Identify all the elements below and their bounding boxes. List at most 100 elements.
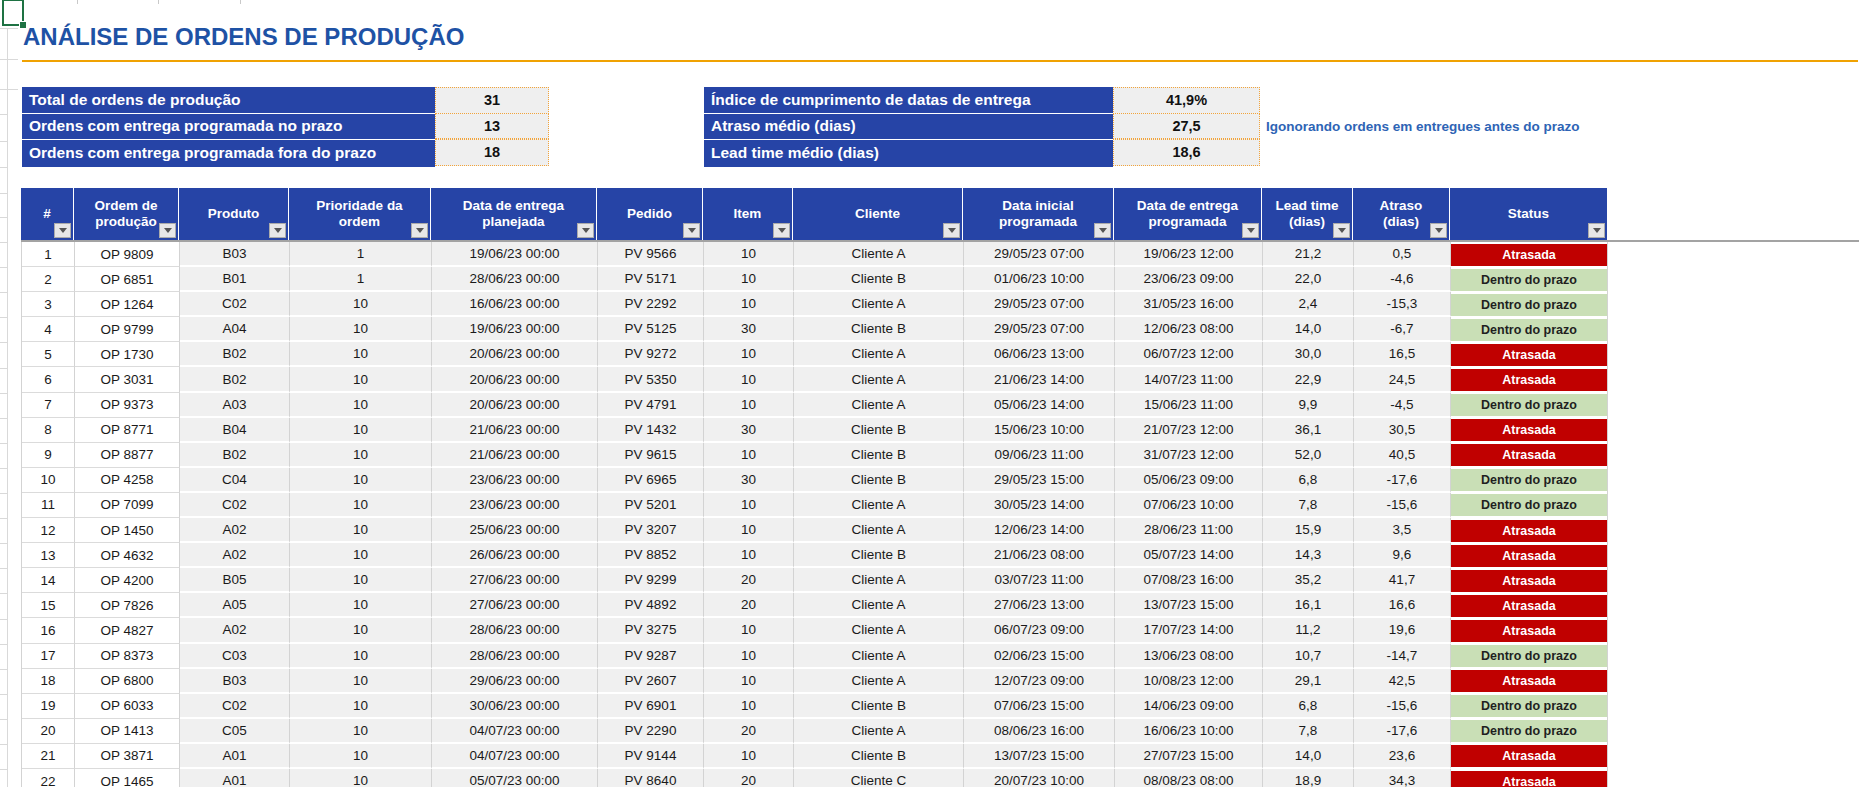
cell: 24,5: [1354, 367, 1451, 392]
cell: Atrasada: [1451, 367, 1608, 392]
kpi-row: Ordens com entrega programada no prazo13: [22, 114, 549, 141]
cell: 04/07/23 00:00: [432, 719, 598, 744]
cell: PV 5201: [598, 493, 704, 518]
cell: Atrasada: [1451, 443, 1608, 468]
kpi-row: Ordens com entrega programada fora do pr…: [22, 140, 549, 167]
cell: PV 2607: [598, 669, 704, 694]
cell: 42,5: [1354, 669, 1451, 694]
kpi-block-right: Índice de cumprimento de datas de entreg…: [704, 87, 1260, 167]
table-row: 8OP 8771B041021/06/23 00:00PV 143230Clie…: [22, 418, 1608, 443]
cell: -4,6: [1354, 267, 1451, 292]
table-row: 7OP 9373A031020/06/23 00:00PV 479110Clie…: [22, 393, 1608, 418]
header-label: Ordem de produção: [81, 198, 171, 231]
cell: 09/06/23 11:00: [964, 443, 1115, 468]
cell: 29/05/23 15:00: [964, 468, 1115, 493]
status-badge: Atrasada: [1451, 344, 1607, 366]
header-cell: Produto: [179, 188, 289, 240]
cell: 18,9: [1263, 769, 1354, 787]
filter-dropdown-button[interactable]: [773, 223, 790, 238]
cell: PV 5125: [598, 317, 704, 342]
filter-dropdown-button[interactable]: [54, 223, 71, 238]
cell: 20/06/23 00:00: [432, 393, 598, 418]
selected-cell-outline[interactable]: [2, 0, 24, 26]
kpi-value: 41,9%: [1113, 87, 1260, 114]
gridline: [0, 644, 7, 645]
cell: 4: [22, 317, 75, 342]
table-row: 20OP 1413C051004/07/23 00:00PV 229020Cli…: [22, 719, 1608, 744]
cell: OP 6033: [75, 694, 180, 719]
filter-dropdown-button[interactable]: [1094, 223, 1111, 238]
cell: 23/06/23 00:00: [432, 493, 598, 518]
kpi-label: Índice de cumprimento de datas de entreg…: [704, 87, 1113, 114]
filter-dropdown-button[interactable]: [1430, 223, 1447, 238]
cell: 7,8: [1263, 493, 1354, 518]
cell: 10: [290, 719, 432, 744]
cell: -15,6: [1354, 493, 1451, 518]
cell: 2,4: [1263, 292, 1354, 317]
header-cell: Atraso (dias): [1353, 188, 1450, 240]
cell: B05: [180, 568, 290, 593]
cell: 10: [704, 543, 794, 568]
cell: 10: [290, 593, 432, 618]
status-badge: Atrasada: [1451, 620, 1607, 642]
table-row: 6OP 3031B021020/06/23 00:00PV 535010Clie…: [22, 367, 1608, 392]
header-label: Data de entrega programada: [1125, 198, 1250, 231]
status-badge: Dentro do prazo: [1451, 695, 1607, 717]
cell: 22: [22, 769, 75, 787]
table-row: 9OP 8877B021021/06/23 00:00PV 961510Clie…: [22, 443, 1608, 468]
table-row: 22OP 1465A011005/07/23 00:00PV 864020Cli…: [22, 769, 1608, 787]
cell: 10: [704, 493, 794, 518]
cell: 23/06/23 09:00: [1115, 267, 1263, 292]
cell: 20/06/23 00:00: [432, 342, 598, 367]
cell: B02: [180, 367, 290, 392]
filter-dropdown-button[interactable]: [943, 223, 960, 238]
cell: 10: [704, 744, 794, 769]
cell: Atrasada: [1451, 518, 1608, 543]
cell: 6,8: [1263, 694, 1354, 719]
cell: 27/07/23 15:00: [1115, 744, 1263, 769]
cell: 12/06/23 14:00: [964, 518, 1115, 543]
filter-dropdown-button[interactable]: [1333, 223, 1350, 238]
filter-dropdown-button[interactable]: [1588, 223, 1605, 238]
kpi-label: Total de ordens de produção: [22, 87, 435, 114]
cell: -14,7: [1354, 644, 1451, 669]
cell: PV 9566: [598, 242, 704, 267]
table-row: 5OP 1730B021020/06/23 00:00PV 927210Clie…: [22, 342, 1608, 367]
filter-dropdown-button[interactable]: [269, 223, 286, 238]
cell: -15,6: [1354, 694, 1451, 719]
cell: OP 1264: [75, 292, 180, 317]
cell: OP 7826: [75, 593, 180, 618]
cell: 12/06/23 08:00: [1115, 317, 1263, 342]
cell: 30,0: [1263, 342, 1354, 367]
cell: 15/06/23 11:00: [1115, 393, 1263, 418]
cell: 27/06/23 00:00: [432, 593, 598, 618]
cell: 28/06/23 00:00: [432, 644, 598, 669]
filter-dropdown-button[interactable]: [577, 223, 594, 238]
table-row: 15OP 7826A051027/06/23 00:00PV 489220Cli…: [22, 593, 1608, 618]
cell: OP 8771: [75, 418, 180, 443]
table-row: 18OP 6800B031029/06/23 00:00PV 260710Cli…: [22, 669, 1608, 694]
header-label: Prioridade da ordem: [307, 198, 412, 231]
cell: OP 1465: [75, 769, 180, 787]
cell: Dentro do prazo: [1451, 393, 1608, 418]
filter-dropdown-button[interactable]: [1242, 223, 1259, 238]
cell: Dentro do prazo: [1451, 694, 1608, 719]
kpi-value: 18,6: [1113, 139, 1260, 166]
filter-dropdown-button[interactable]: [411, 223, 428, 238]
cell: 29/05/23 07:00: [964, 292, 1115, 317]
cell: 1: [290, 242, 432, 267]
status-badge: Dentro do prazo: [1451, 319, 1607, 341]
cell: A03: [180, 393, 290, 418]
gridline: [0, 443, 7, 444]
cell: 6: [22, 367, 75, 392]
cell: 10: [290, 342, 432, 367]
cell: PV 9144: [598, 744, 704, 769]
header-label: Pedido: [627, 206, 672, 223]
filter-dropdown-button[interactable]: [683, 223, 700, 238]
cell: 52,0: [1263, 443, 1354, 468]
filter-dropdown-button[interactable]: [159, 223, 176, 238]
cell: Dentro do prazo: [1451, 267, 1608, 292]
table-row: 13OP 4632A021026/06/23 00:00PV 885210Cli…: [22, 543, 1608, 568]
cell: OP 6851: [75, 267, 180, 292]
cell: Dentro do prazo: [1451, 317, 1608, 342]
